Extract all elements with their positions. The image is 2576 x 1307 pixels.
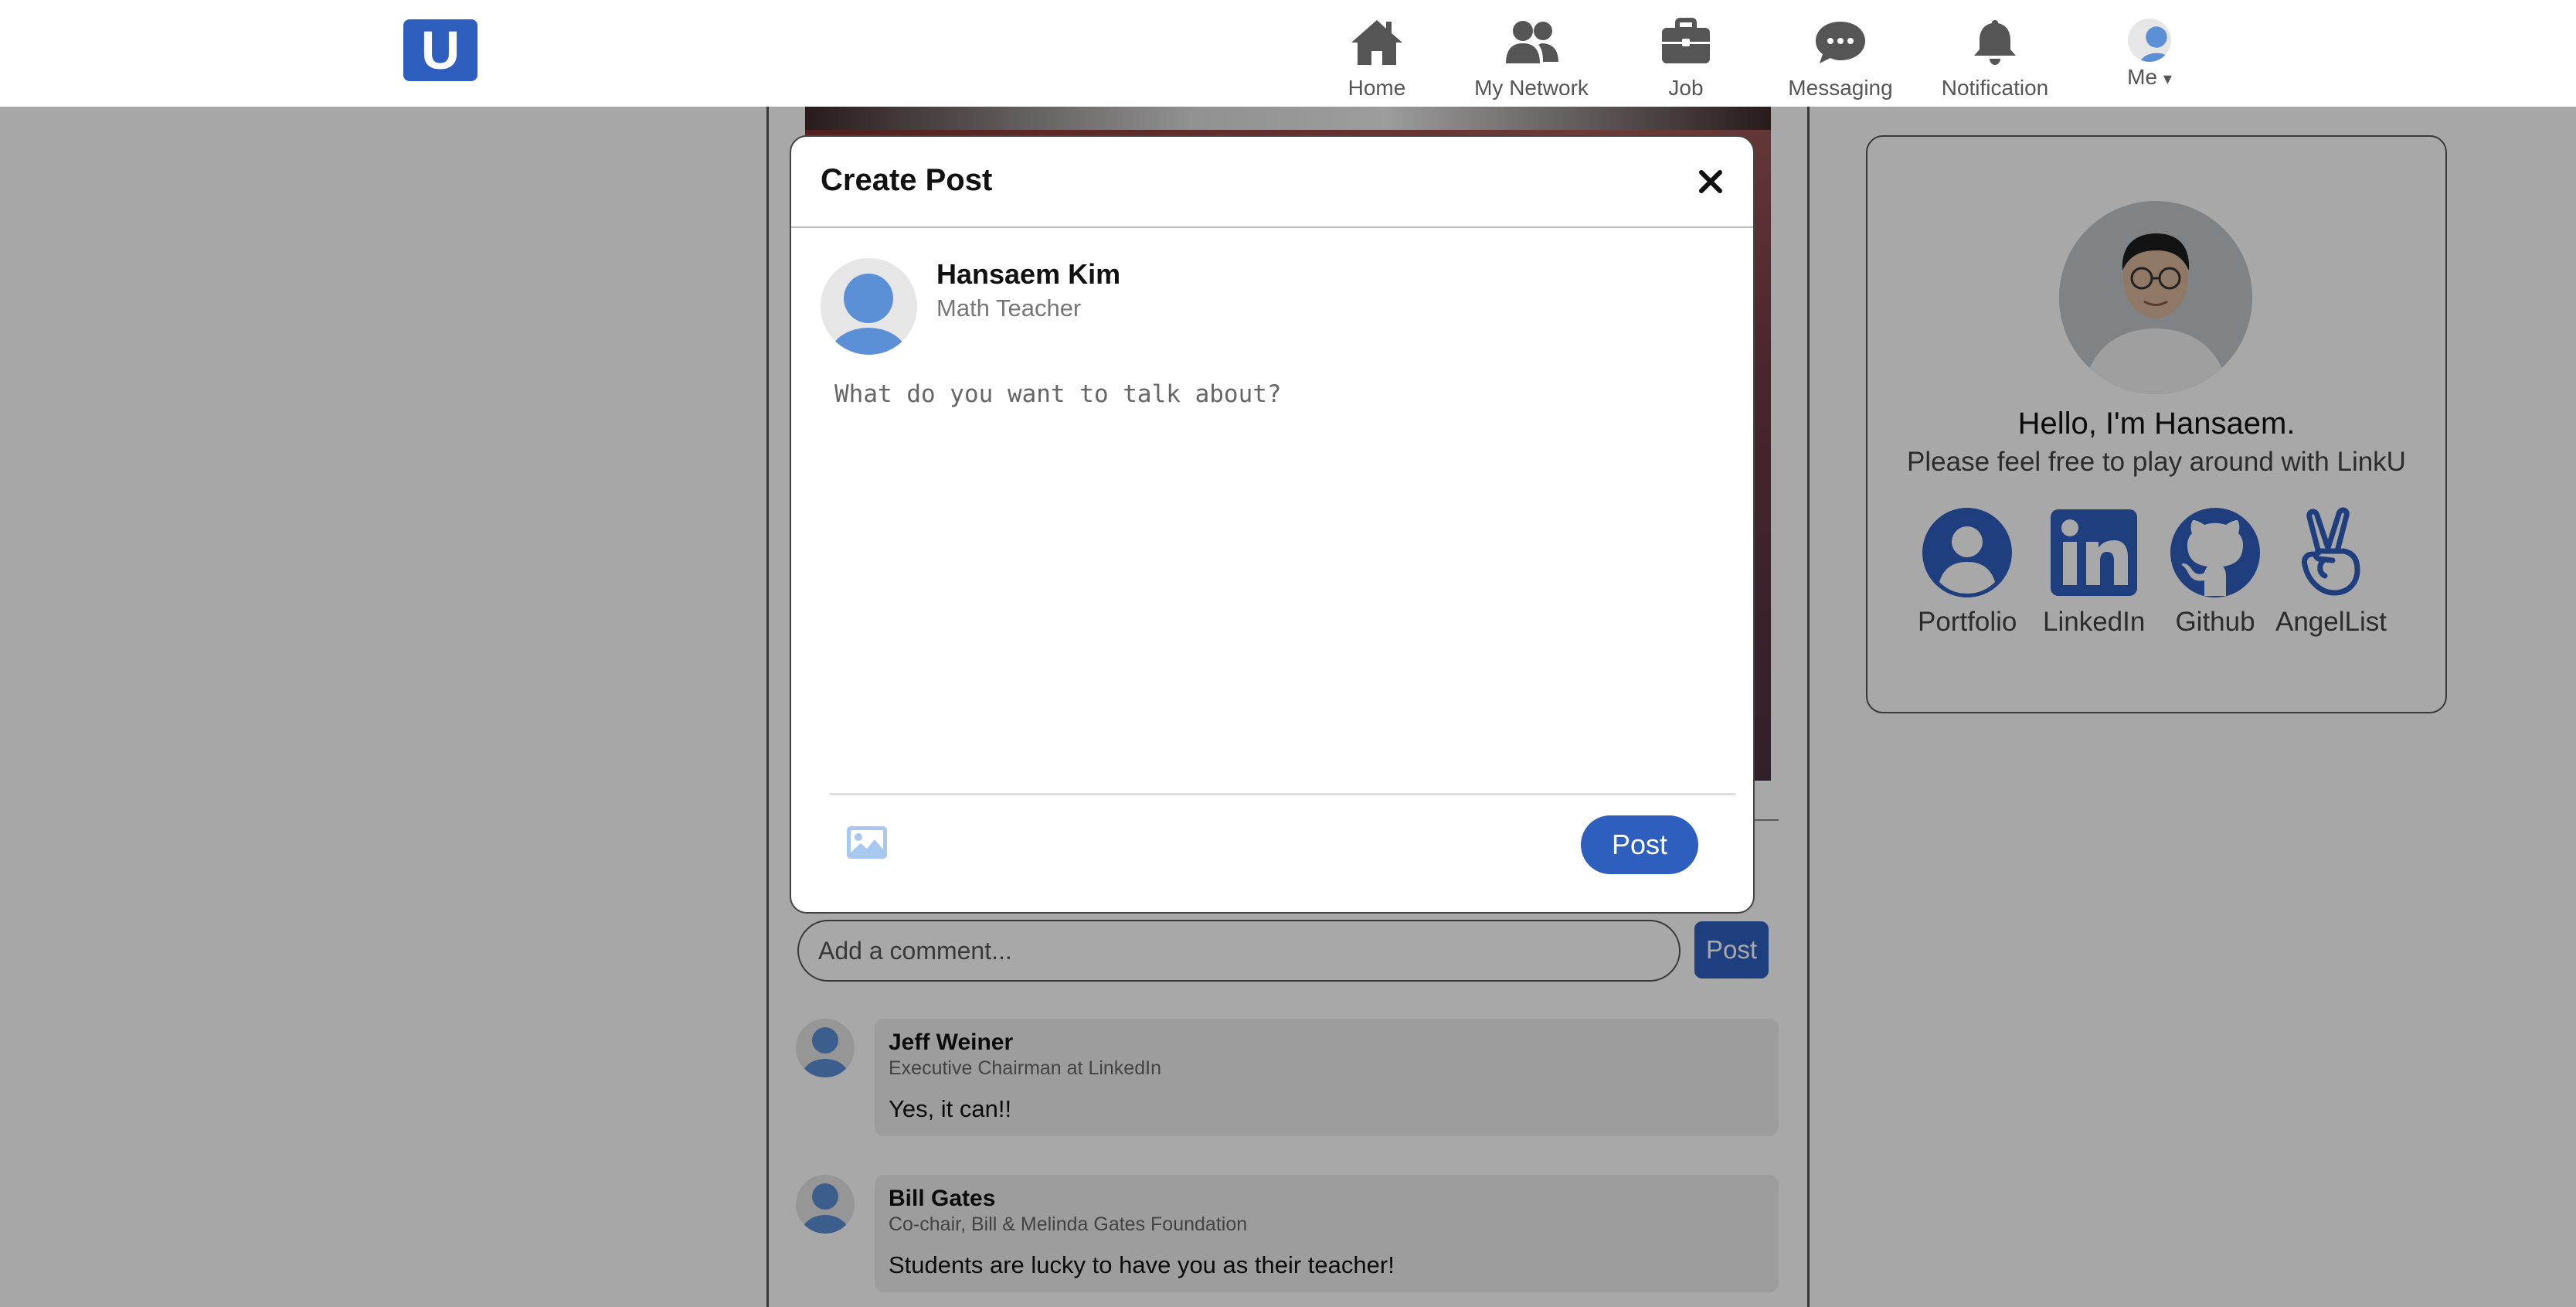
- author-title: Math Teacher: [936, 294, 1082, 322]
- top-navbar: U Home My Network Job Messaging Notifica…: [0, 0, 2576, 107]
- home-icon: [1351, 20, 1402, 65]
- user-silhouette-icon: [830, 274, 907, 355]
- add-image-button[interactable]: [845, 825, 889, 860]
- nav-notification[interactable]: Notification: [1918, 17, 2072, 102]
- me-label: Me: [2127, 65, 2158, 89]
- nav-label-notification: Notification: [1941, 76, 2049, 100]
- create-post-modal: Create Post Hansaem Kim Math Teacher Pos…: [790, 135, 1755, 914]
- bell-icon: [1974, 20, 2016, 65]
- nav-me[interactable]: Me ▾: [2072, 19, 2227, 104]
- modal-divider: [791, 226, 1753, 228]
- nav-job[interactable]: Job: [1609, 17, 1763, 102]
- chat-icon: [1816, 22, 1865, 63]
- close-icon: [1699, 170, 1722, 193]
- nav-label-my-network: My Network: [1474, 76, 1589, 100]
- briefcase-icon: [1662, 18, 1710, 63]
- logo[interactable]: U: [403, 19, 477, 81]
- me-label-row: Me ▾: [2127, 65, 2172, 90]
- nav-home[interactable]: Home: [1300, 17, 1454, 102]
- chevron-down-icon: ▾: [2163, 69, 2172, 88]
- close-button[interactable]: [1695, 166, 1726, 197]
- user-silhouette-icon: [2139, 26, 2171, 62]
- modal-title: Create Post: [821, 163, 993, 197]
- network-icon: [1506, 21, 1558, 63]
- author-name: Hansaem Kim: [936, 258, 1121, 290]
- avatar: [821, 258, 917, 355]
- nav-label-home: Home: [1347, 76, 1406, 100]
- me-avatar: [2128, 19, 2171, 62]
- logo-letter: U: [420, 20, 460, 80]
- nav-label-messaging: Messaging: [1788, 76, 1893, 100]
- nav-label-job: Job: [1668, 76, 1704, 100]
- nav-my-network[interactable]: My Network: [1454, 17, 1609, 102]
- post-button[interactable]: Post: [1581, 815, 1698, 874]
- modal-footer-divider: [830, 793, 1735, 795]
- nav-messaging[interactable]: Messaging: [1763, 17, 1918, 102]
- image-icon: [847, 826, 887, 859]
